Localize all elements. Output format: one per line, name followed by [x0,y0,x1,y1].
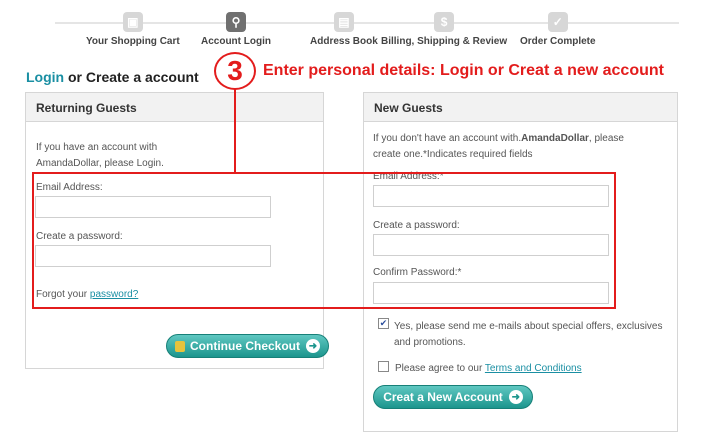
checkout-progress: ▣ Your Shopping Cart ⚲ Account Login ▤ A… [0,0,707,56]
check-icon: ✓ [547,12,568,32]
page-title: Login or Create a account [26,69,199,85]
step-account-login[interactable]: ⚲ Account Login [201,12,271,47]
terms-checkbox[interactable] [378,361,389,372]
create-account-label: Creat a New Account [383,390,503,404]
intro-brand: AmandaDollar [521,133,589,144]
annotation-highlight-box [32,172,616,309]
new-guests-heading: New Guests [364,93,677,122]
returning-intro: If you have an account with AmandaDollar… [36,142,164,169]
title-rest: or Create a account [64,69,199,85]
terms-link[interactable]: Terms and Conditions [485,363,582,374]
arrow-right-icon: ➜ [306,339,320,353]
step-label: Account Login [201,36,271,47]
step-order-complete[interactable]: ✓ Order Complete [520,12,596,47]
document-icon: ▤ [333,12,354,32]
annotation-text: Enter personal details: Login or Creat a… [263,62,664,79]
continue-checkout-button[interactable]: Continue Checkout ➜ [166,334,329,358]
step-label: Your Shopping Cart [86,36,180,47]
key-icon: ⚲ [226,12,246,32]
lock-icon [175,340,185,352]
terms-text: Please agree to our Terms and Conditions [395,361,582,377]
annotation-step-number: 3 [214,52,256,90]
step-billing-shipping-review[interactable]: $ Billing, Shipping & Review [381,12,507,47]
terms-prefix: Please agree to our [395,363,485,374]
newsletter-text: Yes, please send me e-mails about specia… [394,321,663,348]
arrow-right-icon: ➜ [508,390,523,404]
login-title-link[interactable]: Login [26,69,64,85]
newsletter-checkbox[interactable]: ✔ [378,318,389,329]
continue-checkout-label: Continue Checkout [190,339,300,353]
step-label: Order Complete [520,36,596,47]
new-guests-intro: If you don't have an account with.Amanda… [373,131,653,163]
step-label: Address Book [310,36,378,47]
cart-icon: ▣ [122,12,143,32]
step-shopping-cart[interactable]: ▣ Your Shopping Cart [86,12,180,47]
create-account-button[interactable]: Creat a New Account ➜ [373,385,533,409]
intro-part1: If you don't have an account with. [373,133,522,144]
annotation-connector [234,89,236,173]
step-address-book[interactable]: ▤ Address Book [310,12,378,47]
returning-guests-heading: Returning Guests [26,93,323,122]
step-label: Billing, Shipping & Review [381,36,508,47]
dollar-icon: $ [434,12,455,32]
